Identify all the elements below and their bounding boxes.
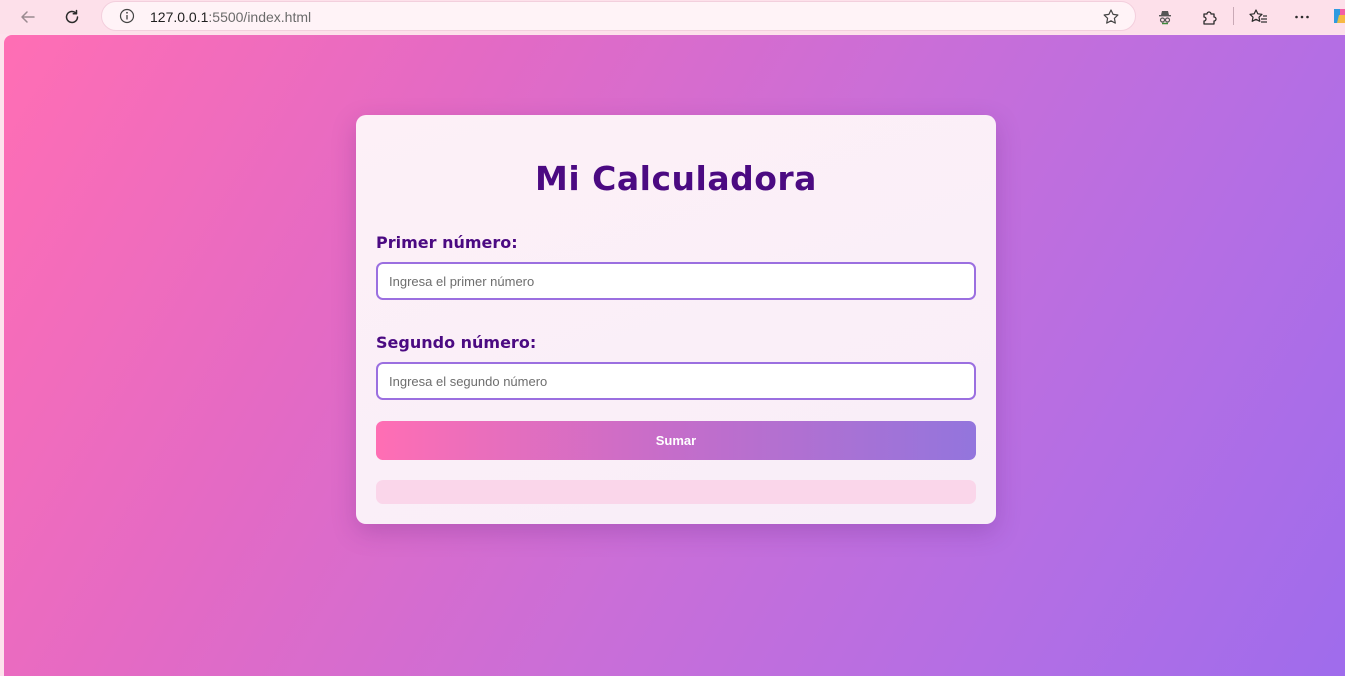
puzzle-icon[interactable]: [1195, 3, 1223, 31]
toolbar-divider: [1233, 7, 1234, 25]
page-viewport: Mi Calculadora Primer número: Segundo nú…: [4, 35, 1345, 676]
second-number-input[interactable]: [376, 362, 976, 400]
sum-button[interactable]: Sumar: [376, 421, 976, 460]
star-icon[interactable]: [1101, 7, 1121, 27]
incognito-icon[interactable]: [1151, 3, 1179, 31]
url-host: 127.0.0.1: [150, 9, 209, 25]
calculator-card: Mi Calculadora Primer número: Segundo nú…: [356, 115, 996, 524]
result-box: [376, 480, 976, 504]
first-number-input[interactable]: [376, 262, 976, 300]
copilot-icon[interactable]: [1331, 5, 1345, 27]
address-bar[interactable]: 127.0.0.1:5500/index.html: [101, 1, 1136, 31]
reload-icon[interactable]: [58, 3, 86, 31]
back-arrow-icon[interactable]: [14, 3, 42, 31]
first-number-label: Primer número:: [376, 233, 518, 252]
info-icon[interactable]: [118, 7, 136, 25]
favorites-icon[interactable]: [1244, 3, 1272, 31]
second-number-label: Segundo número:: [376, 333, 537, 352]
page-title: Mi Calculadora: [535, 159, 817, 198]
url-text: 127.0.0.1:5500/index.html: [150, 9, 311, 25]
more-icon[interactable]: [1288, 3, 1316, 31]
url-path: :5500/index.html: [208, 9, 312, 25]
browser-toolbar: 127.0.0.1:5500/index.html: [0, 0, 1345, 34]
